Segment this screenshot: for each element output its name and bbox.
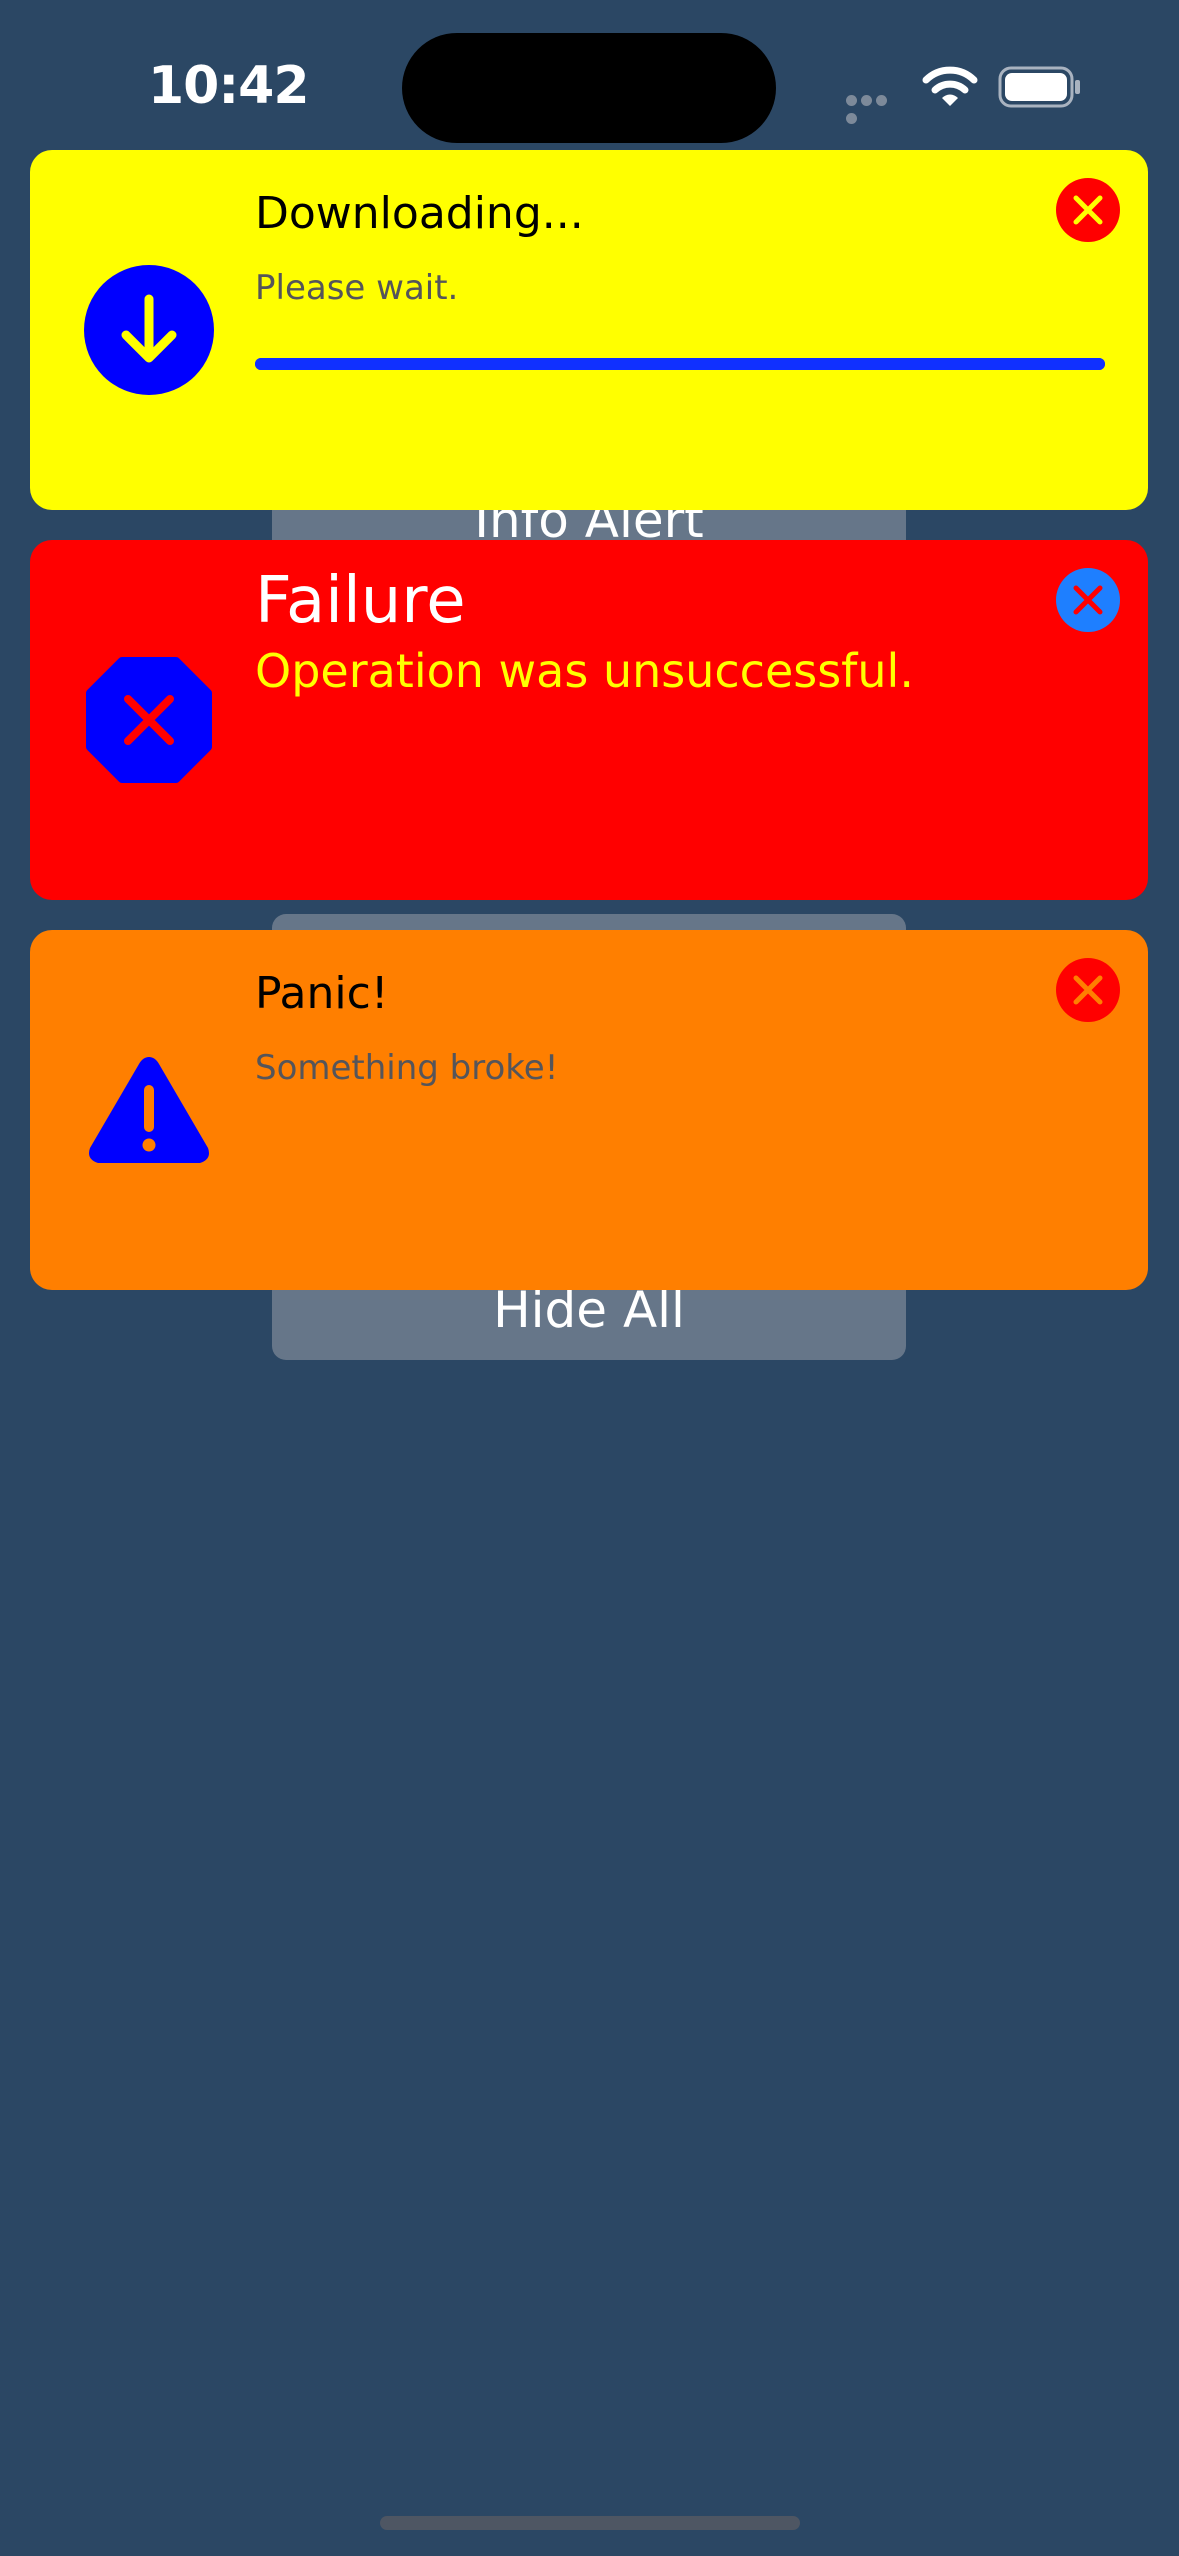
- alert-message: Please wait.: [255, 268, 459, 308]
- panic-alert: Panic! Something broke!: [30, 930, 1148, 1290]
- close-icon: [1073, 975, 1103, 1005]
- close-icon: [1073, 195, 1103, 225]
- battery-icon: [998, 66, 1082, 108]
- wifi-icon: [922, 64, 978, 110]
- warning-triangle-icon: [84, 1045, 214, 1175]
- close-button[interactable]: [1056, 178, 1120, 242]
- cellular-signal-icon: [846, 93, 904, 124]
- alert-title: Downloading...: [255, 188, 584, 239]
- home-indicator[interactable]: [380, 2516, 800, 2530]
- close-icon: [1073, 585, 1103, 615]
- octagon-x-icon: [84, 655, 214, 785]
- alert-title: Panic!: [255, 968, 389, 1019]
- alert-title: Failure: [255, 564, 466, 638]
- close-button[interactable]: [1056, 958, 1120, 1022]
- status-bar: 10:42: [0, 0, 1179, 150]
- download-progress-bar: [255, 358, 1105, 370]
- failure-alert: Failure Operation was unsuccessful.: [30, 540, 1148, 900]
- download-progress-fill: [255, 358, 1105, 370]
- dynamic-island: [402, 33, 776, 143]
- download-arrow-icon: [84, 265, 214, 395]
- alert-message: Operation was unsuccessful.: [255, 644, 914, 698]
- download-alert: Downloading... Please wait.: [30, 150, 1148, 510]
- status-time: 10:42: [148, 56, 310, 116]
- close-button[interactable]: [1056, 568, 1120, 632]
- alert-message: Something broke!: [255, 1048, 559, 1088]
